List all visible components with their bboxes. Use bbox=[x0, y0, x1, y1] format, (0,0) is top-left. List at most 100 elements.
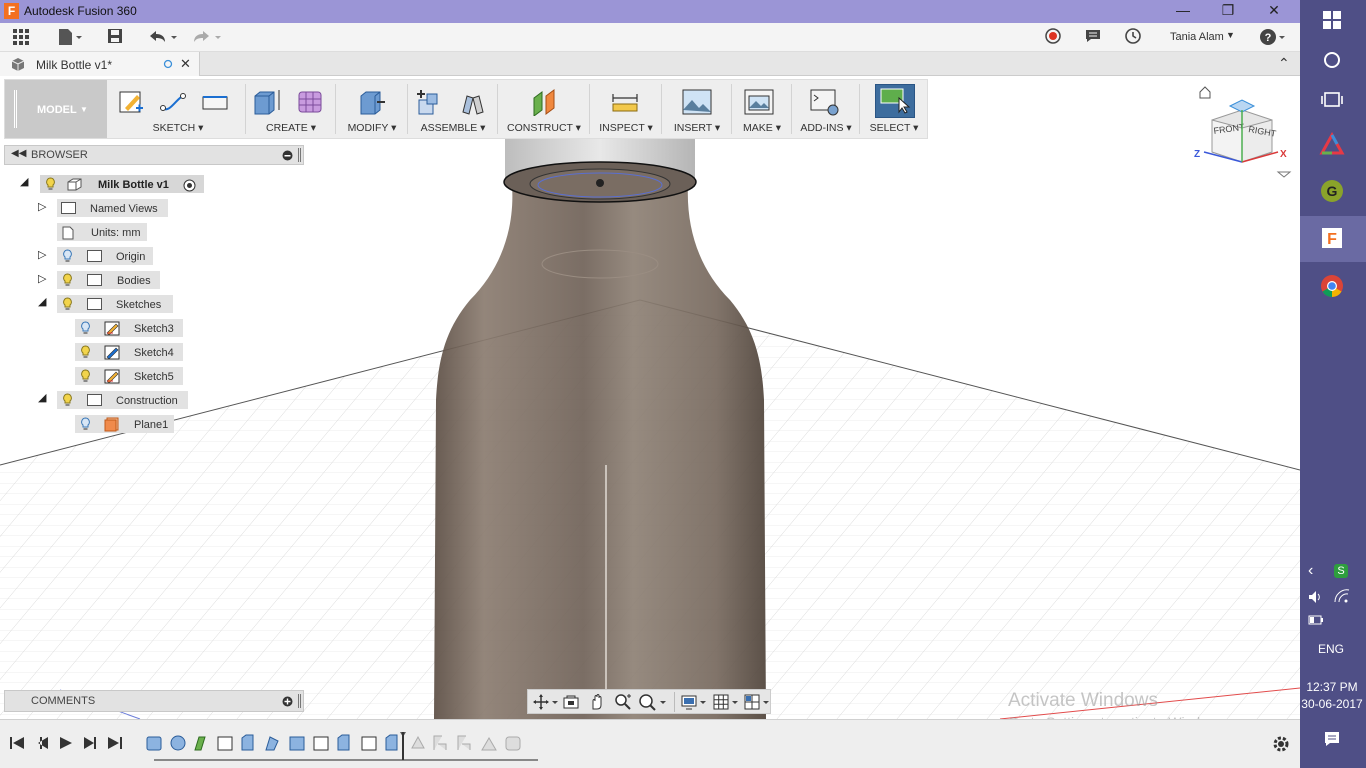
user-name[interactable]: Tania Alam bbox=[1170, 31, 1224, 43]
task-view-icon[interactable] bbox=[1318, 86, 1346, 114]
record-icon[interactable] bbox=[1043, 27, 1063, 47]
data-panel-grid-icon[interactable] bbox=[10, 27, 32, 47]
restore-button[interactable]: ❐ bbox=[1213, 2, 1243, 20]
sketch-group[interactable]: SKETCH ▾ bbox=[111, 80, 245, 138]
battery-icon[interactable] bbox=[1308, 615, 1324, 625]
save-icon[interactable] bbox=[105, 27, 125, 47]
volume-icon[interactable] bbox=[1308, 590, 1324, 604]
visibility-bulb-off-icon[interactable] bbox=[80, 321, 91, 335]
redo-icon[interactable] bbox=[189, 27, 223, 47]
joint-icon bbox=[462, 95, 484, 115]
collapsed-triangle-icon[interactable]: ▷ bbox=[38, 248, 46, 261]
inspect-group[interactable]: INSPECT ▾ bbox=[591, 80, 661, 138]
view-cube[interactable]: FRONT RIGHT Z X bbox=[1190, 80, 1300, 190]
add-ins-group[interactable]: ADD-INS ▾ bbox=[793, 80, 859, 138]
notifications-icon[interactable] bbox=[1083, 27, 1103, 47]
visibility-bulb-icon[interactable] bbox=[80, 345, 91, 359]
clock-date[interactable]: 30-06-2017 bbox=[1300, 697, 1364, 711]
construct-group[interactable]: CONSTRUCT ▾ bbox=[499, 80, 589, 138]
tree-node-bodies[interactable]: ▷ Bodies bbox=[0, 269, 310, 289]
close-button[interactable]: ✕ bbox=[1259, 2, 1289, 20]
minimize-button[interactable]: — bbox=[1168, 2, 1198, 20]
timeline-step-forward-button[interactable] bbox=[82, 734, 100, 752]
tree-node-plane1[interactable]: Plane1 bbox=[0, 413, 310, 433]
assemble-group[interactable]: ASSEMBLE ▾ bbox=[409, 80, 497, 138]
browser-panel-header[interactable]: ◀◀ BROWSER bbox=[4, 145, 304, 165]
tree-node-units[interactable]: Units: mm bbox=[0, 221, 310, 241]
timeline-play-button[interactable] bbox=[58, 734, 76, 752]
grip-handle bbox=[14, 90, 17, 128]
visibility-bulb-icon[interactable] bbox=[45, 177, 56, 191]
workspace-switcher-button[interactable]: MODEL ▼ bbox=[5, 80, 107, 138]
visibility-bulb-icon[interactable] bbox=[62, 393, 73, 407]
visibility-bulb-icon[interactable] bbox=[62, 273, 73, 287]
expanded-triangle-icon[interactable]: ◢ bbox=[38, 391, 46, 404]
timeline-step-back-button[interactable] bbox=[34, 734, 52, 752]
expanded-triangle-icon[interactable]: ◢ bbox=[38, 295, 46, 308]
tree-node-origin[interactable]: ▷ Origin bbox=[0, 245, 310, 265]
green-s-tray-icon[interactable]: S bbox=[1334, 564, 1348, 578]
display-settings-icon[interactable] bbox=[680, 693, 708, 711]
fusion-360-taskbar-icon[interactable]: F bbox=[1318, 226, 1346, 254]
timeline-features[interactable] bbox=[142, 728, 552, 762]
visibility-bulb-icon[interactable] bbox=[80, 369, 91, 383]
tree-node-sketch5[interactable]: Sketch5 bbox=[0, 365, 310, 385]
wifi-icon[interactable] bbox=[1334, 589, 1350, 603]
look-at-icon[interactable] bbox=[562, 693, 580, 711]
timeline-start-button[interactable] bbox=[8, 734, 26, 752]
modify-group[interactable]: MODIFY ▾ bbox=[337, 80, 407, 138]
help-icon[interactable]: ? bbox=[1258, 27, 1288, 47]
file-menu-icon[interactable] bbox=[55, 27, 85, 47]
visibility-bulb-off-icon[interactable] bbox=[80, 417, 91, 431]
job-status-clock-icon[interactable] bbox=[1123, 27, 1143, 47]
component-cube-icon bbox=[67, 178, 82, 191]
tree-node-named-views[interactable]: ▷ Named Views bbox=[0, 197, 310, 217]
orbit-icon[interactable] bbox=[532, 693, 558, 711]
expanded-triangle-icon[interactable]: ◢ bbox=[20, 175, 28, 188]
show-hidden-icons-chevron-icon[interactable]: ‹ bbox=[1308, 562, 1313, 580]
create-group[interactable]: CREATE ▾ bbox=[247, 80, 335, 138]
zoom-icon[interactable] bbox=[614, 693, 632, 711]
windows-start-icon[interactable] bbox=[1318, 6, 1346, 34]
rectangle-tool-icon bbox=[202, 96, 228, 110]
insert-group[interactable]: INSERT ▾ bbox=[663, 80, 731, 138]
comments-panel-header[interactable]: COMMENTS bbox=[4, 690, 304, 712]
tree-node-sketch3[interactable]: Sketch3 bbox=[0, 317, 310, 337]
viewports-icon[interactable] bbox=[743, 693, 771, 711]
tree-node-sketch4[interactable]: Sketch4 bbox=[0, 341, 310, 361]
action-center-icon[interactable] bbox=[1323, 730, 1341, 748]
close-tab-icon[interactable]: ✕ bbox=[180, 56, 191, 72]
document-tab[interactable]: Milk Bottle v1* ✕ bbox=[0, 52, 200, 76]
tree-node-sketches[interactable]: ◢ Sketches bbox=[0, 293, 310, 313]
chrome-icon[interactable] bbox=[1318, 274, 1346, 302]
tree-node-root[interactable]: ◢ Milk Bottle v1 bbox=[0, 173, 310, 193]
tree-node-construction[interactable]: ◢ Construction bbox=[0, 389, 310, 409]
browser-minimize-icon[interactable] bbox=[282, 150, 293, 161]
select-group[interactable]: SELECT ▾ bbox=[861, 80, 927, 138]
timeline-settings-gear-icon[interactable] bbox=[1271, 734, 1291, 754]
language-indicator[interactable]: ENG bbox=[1300, 642, 1362, 656]
collapsed-triangle-icon[interactable]: ▷ bbox=[38, 272, 46, 285]
comments-add-icon[interactable] bbox=[282, 696, 293, 707]
activate-radio-icon[interactable] bbox=[183, 179, 196, 192]
comments-resize-handle[interactable] bbox=[298, 694, 301, 708]
window-title: Autodesk Fusion 360 bbox=[24, 4, 137, 18]
cortana-search-icon[interactable] bbox=[1318, 46, 1346, 74]
grid-snap-icon[interactable] bbox=[712, 693, 740, 711]
collapsed-triangle-icon[interactable]: ▷ bbox=[38, 200, 46, 213]
undo-icon[interactable] bbox=[145, 27, 179, 47]
collapse-up-icon[interactable]: ⌃ bbox=[1278, 55, 1290, 72]
clock-time[interactable]: 12:37 PM bbox=[1300, 680, 1364, 694]
modify-menu-label: MODIFY ▾ bbox=[347, 122, 397, 134]
green-g-app-icon[interactable]: G bbox=[1318, 179, 1346, 207]
make-group[interactable]: MAKE ▾ bbox=[733, 80, 791, 138]
collapse-left-icon[interactable]: ◀◀ bbox=[11, 148, 26, 159]
browser-resize-handle[interactable] bbox=[298, 148, 301, 162]
user-dropdown-icon[interactable]: ▼ bbox=[1226, 30, 1235, 40]
pan-hand-icon[interactable] bbox=[588, 693, 606, 711]
visibility-bulb-icon[interactable] bbox=[62, 297, 73, 311]
timeline-end-button[interactable] bbox=[108, 734, 126, 752]
visibility-bulb-off-icon[interactable] bbox=[62, 249, 73, 263]
autodesk-app-icon[interactable] bbox=[1318, 131, 1346, 160]
fit-zoom-window-icon[interactable] bbox=[638, 693, 668, 711]
